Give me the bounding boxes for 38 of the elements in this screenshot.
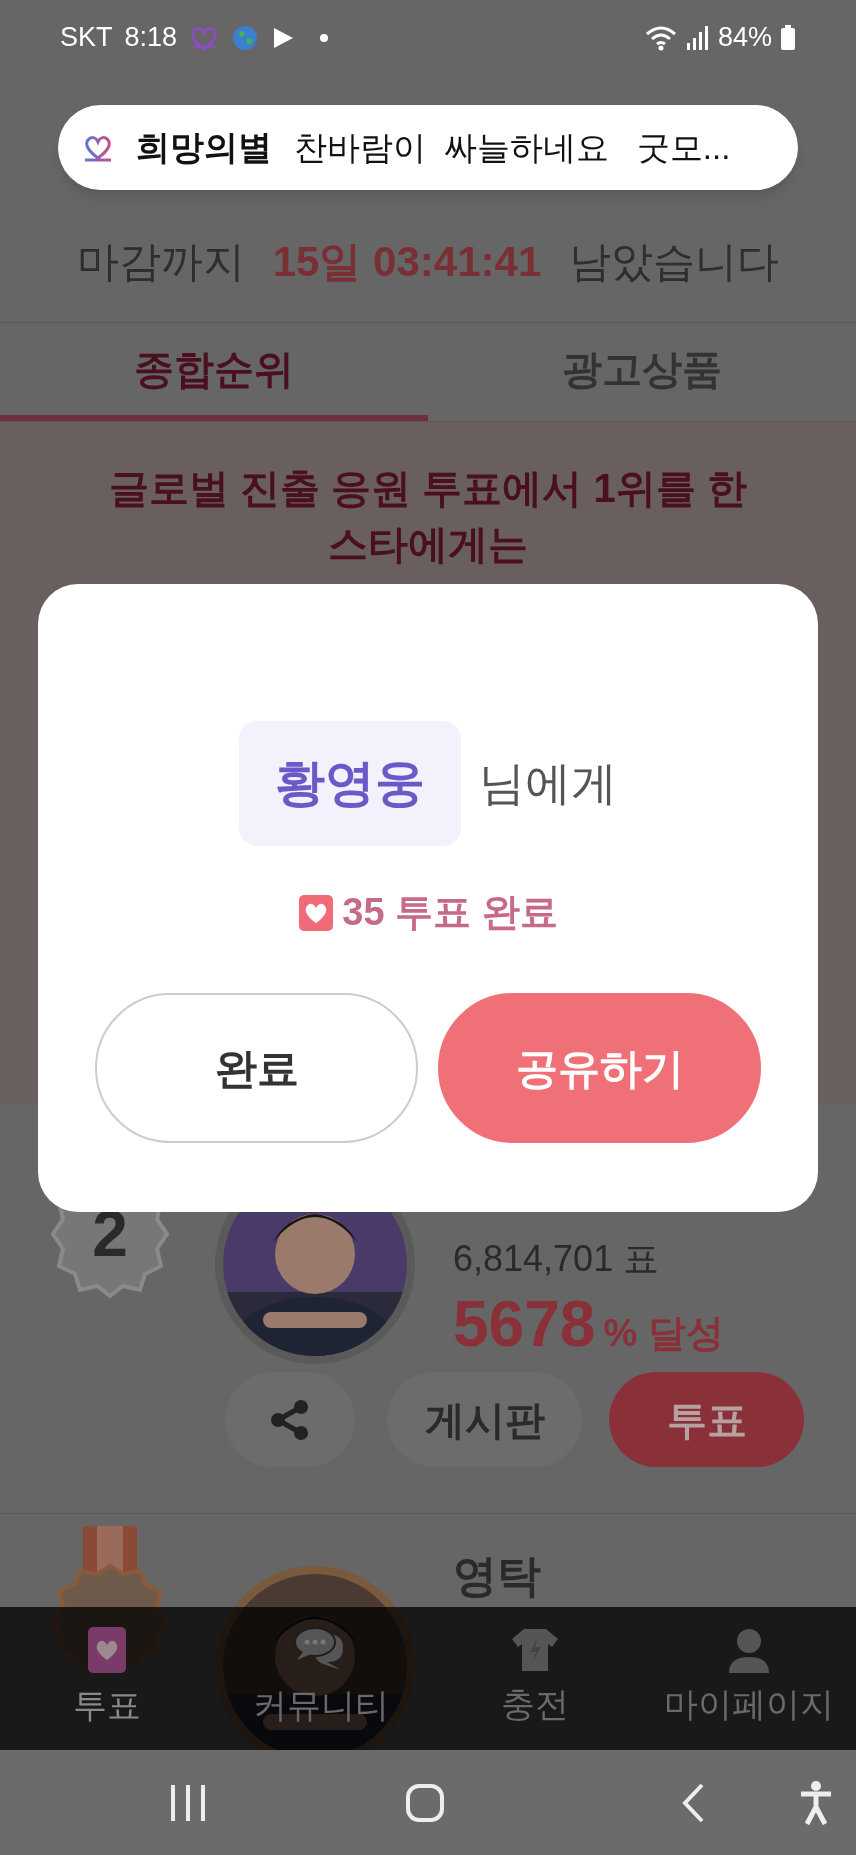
recipient-label: 님에게 bbox=[479, 756, 617, 811]
battery-text: 84% bbox=[717, 21, 772, 55]
board-button[interactable]: 게시판 bbox=[387, 1372, 582, 1467]
signal-icon bbox=[685, 24, 710, 51]
notification-message: 찬바람이 싸늘하네요 굿모... bbox=[294, 127, 731, 168]
wifi-icon bbox=[643, 23, 678, 52]
heart-logo-icon bbox=[82, 133, 114, 162]
heart-logo-icon bbox=[189, 24, 220, 51]
time-text: 8:18 bbox=[124, 21, 178, 55]
rank-number: 2 bbox=[92, 1197, 128, 1272]
nav-tab[interactable]: 커뮤니티 bbox=[214, 1607, 428, 1750]
shirt-bolt-icon bbox=[510, 1627, 560, 1673]
recent-apps-icon[interactable] bbox=[170, 1782, 206, 1823]
countdown-timer: 15일 03:41:41 bbox=[272, 236, 542, 287]
heart-card-icon bbox=[87, 1626, 127, 1674]
accessibility-icon[interactable] bbox=[799, 1780, 833, 1825]
app-name: 희망의별 bbox=[136, 127, 272, 168]
home-icon[interactable] bbox=[406, 1783, 444, 1822]
dot-icon bbox=[319, 32, 330, 43]
nav-tab[interactable]: 투표 bbox=[0, 1607, 214, 1750]
countdown-label: 남았습니다 bbox=[569, 236, 780, 287]
vote-button[interactable]: 투표 bbox=[609, 1372, 804, 1467]
notification-banner[interactable]: 희망의별 찬바람이 싸늘하네요 굿모... bbox=[58, 105, 798, 190]
person-icon bbox=[727, 1627, 771, 1673]
done-button[interactable]: 완료 bbox=[95, 993, 418, 1143]
banner-text: 글로벌 진출 응원 투표에서 1위를 한 스타에게는 bbox=[108, 465, 748, 568]
recipient-name: 황영웅 bbox=[239, 721, 461, 846]
countdown-label: 마감까지 bbox=[76, 236, 245, 287]
battery-icon bbox=[780, 24, 796, 51]
nav-tab[interactable]: 충전 bbox=[428, 1607, 642, 1750]
nav-tab[interactable]: 마이페이지 bbox=[642, 1607, 856, 1750]
globe-icon bbox=[231, 23, 260, 52]
carrier-text: SKT bbox=[60, 21, 113, 55]
back-icon[interactable] bbox=[682, 1782, 704, 1823]
share-button[interactable]: 공유하기 bbox=[438, 993, 761, 1143]
vote-result: 35 투표 완료 bbox=[342, 890, 558, 935]
vote-count: 6,814,701 표 bbox=[453, 1237, 661, 1281]
star-name: 영탁 bbox=[453, 1550, 541, 1602]
